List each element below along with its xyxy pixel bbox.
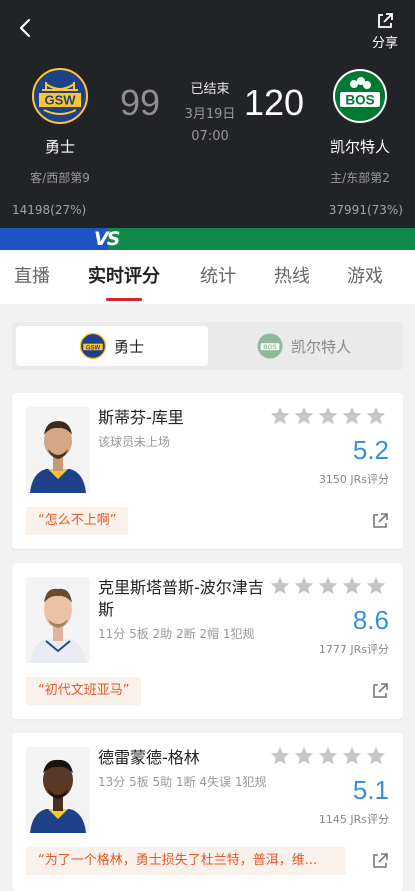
star-icon[interactable]	[269, 575, 291, 597]
external-link-icon[interactable]	[371, 852, 389, 870]
vs-badge: VS	[94, 228, 120, 250]
support-ratio-bar: VS	[0, 228, 415, 250]
external-link-icon[interactable]	[371, 682, 389, 700]
home-team-name: 凯尔特人	[329, 138, 390, 156]
home-abbr: BOS	[345, 93, 374, 108]
player-card[interactable]: 德雷蒙德-格林 13分 5板 5助 1断 4失误 1犯规 5.1 1145 JR…	[12, 733, 403, 891]
rating-count: 1145 JRs评分	[318, 813, 389, 826]
star-icon[interactable]	[269, 745, 291, 767]
tab-games[interactable]: 游戏	[347, 250, 383, 304]
player-stats: 13分 5板 5助 1断 4失误 1犯规	[98, 775, 267, 789]
home-support-bar	[108, 228, 415, 250]
svg-text:BOS: BOS	[263, 344, 277, 351]
tab-hotline[interactable]: 热线	[274, 250, 310, 304]
home-score: 120	[244, 82, 305, 123]
star-icon[interactable]	[317, 745, 339, 767]
player-name: 德雷蒙德-格林	[98, 748, 200, 767]
switch-celtics[interactable]: BOS 凯尔特人	[208, 326, 400, 366]
star-rating-input[interactable]	[269, 405, 387, 427]
player-rating: 8.6	[352, 605, 389, 635]
svg-text:GSW: GSW	[86, 345, 101, 351]
back-icon[interactable]	[12, 14, 40, 42]
star-icon[interactable]	[293, 405, 315, 427]
game-time: 07:00	[191, 129, 229, 144]
team-switcher: GSW 勇士 BOS 凯尔特人	[12, 322, 403, 370]
player-photo	[26, 747, 90, 833]
game-status: 已结束 3月19日 07:00	[165, 78, 255, 144]
share-button[interactable]: 分享	[365, 12, 405, 51]
rating-count: 1777 JRs评分	[318, 643, 389, 656]
warriors-logo: GSW	[32, 68, 88, 124]
star-icon[interactable]	[341, 575, 363, 597]
away-team[interactable]: GSW 勇士 客/西部第9	[10, 68, 110, 186]
home-support-count: 37991(73%)	[328, 203, 403, 217]
switch-warriors[interactable]: GSW 勇士	[16, 326, 208, 366]
star-icon[interactable]	[341, 405, 363, 427]
switch-celtics-label: 凯尔特人	[290, 337, 351, 356]
star-rating-input[interactable]	[269, 575, 387, 597]
tab-bar: 直播 实时评分 统计 热线 游戏	[0, 250, 415, 304]
player-card[interactable]: 斯蒂芬-库里 该球员未上场 5.2 3150 JRs评分 “怎么不上啊”	[12, 393, 403, 549]
player-rating: 5.1	[352, 775, 389, 805]
warriors-small-logo: GSW	[79, 333, 106, 359]
star-icon[interactable]	[341, 745, 363, 767]
star-icon[interactable]	[269, 405, 291, 427]
hot-comment[interactable]: “怎么不上啊”	[26, 507, 129, 535]
hot-comment[interactable]: “初代文班亚马”	[26, 677, 142, 705]
player-stats: 11分 5板 2助 2断 2帽 1犯规	[98, 627, 255, 641]
away-team-rank: 客/西部第9	[30, 171, 90, 185]
rating-count: 3150 JRs评分	[318, 473, 389, 486]
switch-warriors-label: 勇士	[113, 337, 144, 356]
player-photo	[26, 577, 90, 663]
player-card[interactable]: 克里斯塔普斯-波尔津吉斯 11分 5板 2助 2断 2帽 1犯规 8.6 177…	[12, 563, 403, 719]
star-icon[interactable]	[317, 575, 339, 597]
away-abbr: GSW	[44, 93, 76, 108]
game-date: 3月19日	[184, 107, 236, 122]
home-team[interactable]: BOS 凯尔特人 主/东部第2	[310, 68, 410, 186]
player-name: 克里斯塔普斯-波尔津吉斯	[98, 578, 264, 619]
star-icon[interactable]	[365, 745, 387, 767]
active-tab-indicator	[106, 298, 142, 301]
star-rating-input[interactable]	[269, 745, 387, 767]
celtics-small-logo: BOS	[257, 333, 283, 359]
status-label: 已结束	[190, 82, 230, 97]
game-header: 分享 GSW 勇士 客/西部第9 99 已结束 3月19日 07:00 120	[0, 0, 415, 228]
star-icon[interactable]	[317, 405, 339, 427]
star-icon[interactable]	[293, 575, 315, 597]
celtics-logo: BOS	[332, 68, 388, 124]
away-support-bar	[0, 228, 108, 250]
player-photo	[26, 407, 90, 493]
away-team-name: 勇士	[44, 138, 75, 156]
star-icon[interactable]	[365, 405, 387, 427]
home-team-rank: 主/东部第2	[330, 171, 390, 185]
away-score: 99	[120, 82, 161, 123]
share-label: 分享	[371, 36, 398, 51]
player-rating: 5.2	[352, 435, 389, 465]
player-name: 斯蒂芬-库里	[98, 408, 184, 427]
star-icon[interactable]	[365, 575, 387, 597]
share-icon	[378, 13, 393, 28]
hot-comment[interactable]: “为了一个格林，勇士损失了杜兰特，普洱，维...	[26, 847, 346, 875]
away-support-count: 14198(27%)	[12, 203, 87, 217]
star-icon[interactable]	[293, 745, 315, 767]
tab-realtime-rating[interactable]: 实时评分	[88, 250, 160, 304]
player-stats: 该球员未上场	[98, 435, 171, 449]
tab-live[interactable]: 直播	[14, 250, 50, 304]
tab-stats[interactable]: 统计	[200, 250, 236, 304]
external-link-icon[interactable]	[371, 512, 389, 530]
